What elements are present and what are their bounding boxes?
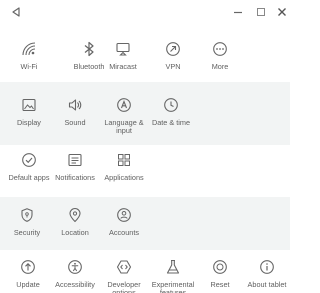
- info-icon: [258, 258, 276, 276]
- experimental-features-label: Experimental features: [151, 280, 195, 293]
- device-section: Display Sound Language & input Date & ti…: [0, 82, 290, 145]
- clock-icon: [162, 96, 180, 114]
- update-icon: [19, 258, 37, 276]
- more-icon: [211, 40, 229, 58]
- location-icon: [66, 206, 84, 224]
- applications-item[interactable]: Applications: [95, 151, 153, 182]
- sound-label: Sound: [64, 118, 86, 127]
- privacy-section: Security Location Accounts: [0, 197, 290, 250]
- more-label: More: [211, 62, 229, 71]
- reset-icon: [211, 258, 229, 276]
- accessibility-label: Accessibility: [55, 280, 95, 289]
- security-label: Security: [13, 228, 41, 237]
- date-time-label: Date & time: [151, 118, 191, 127]
- location-label: Location: [61, 228, 89, 237]
- miracast-icon: [114, 40, 132, 58]
- reset-label: Reset: [210, 280, 230, 289]
- flask-icon: [164, 258, 182, 276]
- default-apps-label: Default apps: [8, 173, 50, 182]
- notifications-label: Notifications: [55, 173, 95, 182]
- sound-icon: [66, 96, 84, 114]
- accounts-icon: [115, 206, 133, 224]
- update-label: Update: [16, 280, 40, 289]
- accounts-item[interactable]: Accounts: [95, 206, 153, 237]
- network-section: Wi-Fi Bluetooth Miracast VPN More: [0, 26, 290, 82]
- window-titlebar: [0, 0, 290, 26]
- notifications-icon: [66, 151, 84, 169]
- maximize-icon[interactable]: [253, 4, 269, 20]
- apps-section: Default apps Notifications Applications: [0, 145, 290, 197]
- back-triangle-icon[interactable]: [8, 4, 24, 20]
- date-time-item[interactable]: Date & time: [142, 96, 200, 127]
- more-item[interactable]: More: [191, 40, 249, 71]
- system-section: Update Accessibility Developer options E…: [0, 250, 290, 293]
- minimize-icon[interactable]: [230, 4, 246, 20]
- vpn-label: VPN: [165, 62, 181, 71]
- developer-icon: [115, 258, 133, 276]
- accounts-label: Accounts: [108, 228, 139, 237]
- wifi-label: Wi-Fi: [20, 62, 38, 71]
- accessibility-icon: [66, 258, 84, 276]
- developer-options-label: Developer options: [107, 280, 141, 293]
- miracast-label: Miracast: [109, 62, 137, 71]
- about-tablet-label: About tablet: [247, 280, 287, 289]
- wifi-item[interactable]: Wi-Fi: [0, 40, 58, 71]
- vpn-icon: [164, 40, 182, 58]
- close-icon[interactable]: [274, 4, 290, 20]
- default-apps-icon: [20, 151, 38, 169]
- display-label: Display: [17, 118, 41, 127]
- about-tablet-item[interactable]: About tablet: [238, 258, 296, 289]
- security-icon: [18, 206, 36, 224]
- display-icon: [20, 96, 38, 114]
- wifi-icon: [20, 40, 38, 58]
- applications-label: Applications: [104, 173, 144, 182]
- applications-icon: [115, 151, 133, 169]
- language-label: Language & input: [104, 118, 144, 135]
- language-icon: [115, 96, 133, 114]
